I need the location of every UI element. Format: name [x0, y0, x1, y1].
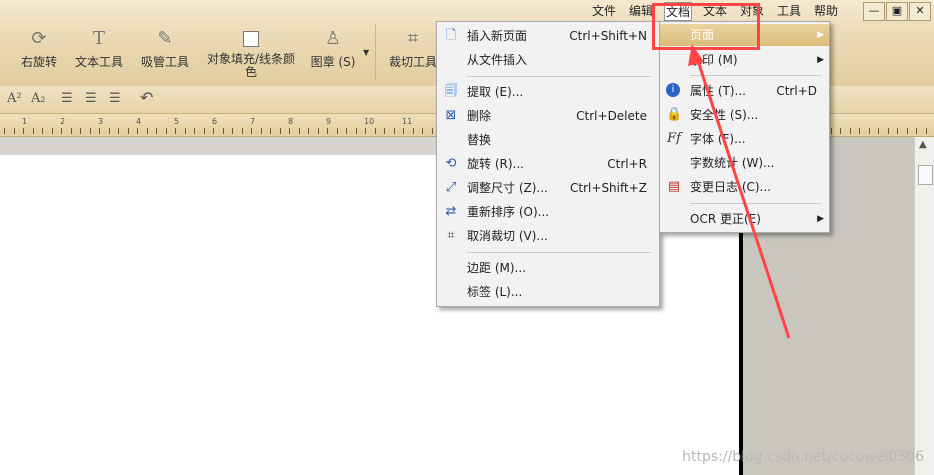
site-watermark: https://blog.csdn.net/cocowei0306	[682, 449, 924, 465]
annotation-arrow	[688, 44, 791, 339]
